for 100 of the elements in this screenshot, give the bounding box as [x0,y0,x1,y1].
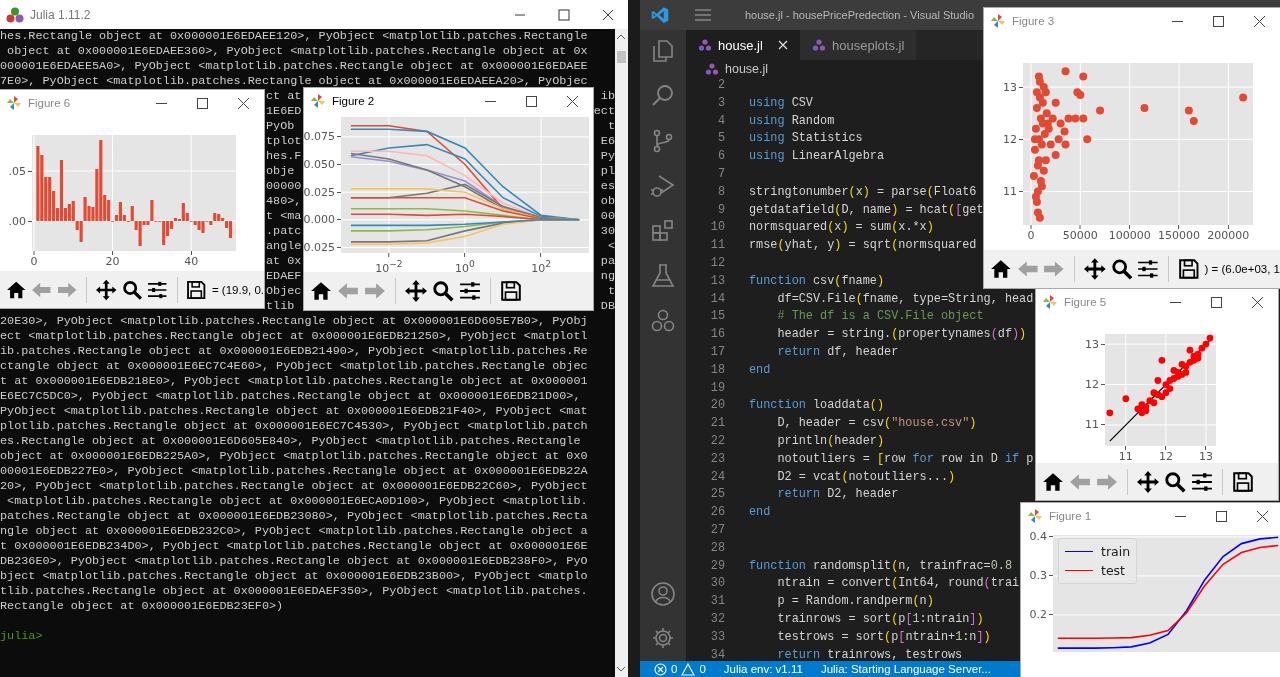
cursor-readout: = (19.9, 0. [211,283,264,296]
window-title: Figure 3 [1012,15,1055,27]
tick-label: 0.075 [304,130,335,144]
code-line: using Random [749,112,835,130]
tick-label: 10$^{2}$ [531,258,551,275]
code-line: function loaddata() [749,397,885,415]
line-number: 32 [709,610,725,628]
line-number: 20 [709,397,725,415]
line-number: 11 [709,237,725,255]
terminal-output: 00000 [266,179,302,194]
line-number: 16 [709,326,725,344]
tick-label: 12 [1158,451,1173,463]
terminal-output: ctangle object at 0x000001E6EC7C4E60>, PyObject <matplotlib.patches.Rectangle objec [0,359,588,374]
terminal-output: 20E30>, PyObject <matplotlib.patches.Rectangle object at 0x000001E6D605E7B0>, PyObj [0,314,588,329]
line-number: 18 [709,361,725,379]
code-line: stringtonumber(x) = parse(Float6 [749,183,977,201]
code-line: return trainrows, testrows [776,646,963,661]
code-line: end [749,361,771,379]
terminal-output: 20>, PyObject <matplotlib.patches.Rectangle object at 0x000001E6EDB22C60>, PyObject [0,479,588,494]
code-line: df=CSV.File(fname, type=String, head [776,290,1034,308]
code-line: return D2, header [776,486,899,504]
tick-label: .05 [8,164,26,178]
terminal-output: ib [600,89,615,104]
code-line: trainrows = sort(p[1:ntrain]) [776,610,984,628]
terminal-output: PyOb [266,119,295,134]
line-number: 28 [709,539,725,557]
terminal-output: es [600,179,615,194]
code-line: rmse(yhat, y) = sqrt(normsquared [749,237,977,255]
tick-label: 12 [1085,378,1099,392]
tick-label: 0.000 [304,213,335,227]
line-number: 17 [709,343,725,361]
terminal-output: hes.F [266,149,302,164]
line-number: 25 [709,486,725,504]
code-line: end [749,504,771,522]
terminal-output: Objec [266,284,302,299]
tick-label: 20 [105,256,120,268]
terminal-output: pa [600,254,615,269]
line-number: 33 [709,628,725,646]
tick-label: 0.4 [1029,530,1047,544]
tick-label: 13 [1085,337,1099,351]
line-number: 9 [716,201,725,219]
line-number: 26 [709,504,725,522]
code-line: D, header = csv("house.csv") [776,415,977,433]
terminal-output: E6 [600,134,615,149]
code-line: function randomsplit(n, trainfrac=0.8 [749,557,1012,575]
terminal-output: t <ma [266,209,302,224]
terminal-output: 00001E6EDB227E0>, PyObject <matplotlib.patches.Rectangle object at 0x000001E6EDB22A [0,464,588,479]
terminal-output: DB [600,299,615,314]
line-number: 15 [709,308,725,326]
code-line: ntrain = convert(Int64, round(trai [776,575,1020,593]
line-number: 21 [709,415,725,433]
terminal-output: tlib.patches.Rectangle object at 0x000001E6EDAEF350>, PyObject <matplotlib.patches. [0,584,588,599]
terminal-output: .patc [266,224,302,239]
tick-label: 100000 [1108,230,1151,242]
terminal-output: t [607,284,615,299]
line-number: 34 [709,646,725,661]
tick-label: 11 [1003,185,1017,199]
line-number: 7 [716,166,725,183]
tick-label: 13 [1003,80,1017,94]
window-title: Figure 1 [1049,510,1092,522]
code-line: getdatafield(D, name) = hcat([get [749,201,984,219]
tick-label: 11 [1118,451,1133,463]
code-line: function csv(fname) [749,272,885,290]
terminal-output: 000001E6EDAEE5A0>, PyObject <matplotlib.patches.Rectangle object at 0x000001E6EDAEE [0,59,588,74]
terminal-output: t 0x000001E6EDB234D0>, PyObject <matplotlib.patches.Rectangle object at 0x000001E6E [0,539,588,554]
line-number: 6 [716,148,725,166]
line-number: 2 [716,77,725,94]
tick-label: 200000 [1207,230,1250,242]
terminal-output: hes.Rectangle object at 0x000001E6EDAEE120>, PyObject <matplotlib.patches.Rectangle [0,29,588,44]
terminal-output: object at 0x000001E6EDAEE360>, PyObject <matplotlib.patches.Rectangle object at 0x [6,44,588,59]
terminal-output: ct at [266,89,302,104]
terminal-output: < [607,239,615,254]
tick-label: 0 [1027,230,1035,242]
line-number: 5 [716,130,725,148]
line-number: 29 [709,557,725,575]
line-number: 30 [709,575,725,593]
tick-label: 13 [1198,451,1213,463]
tick-label: 0.2 [1029,608,1047,622]
line-number: 12 [709,254,725,272]
terminal-output: E6EC7C5DC0>, PyObject <matplotlib.patches.Rectangle object at 0x000001E6EDB21D00>, [0,389,581,404]
terminal-output: ng [600,269,615,284]
terminal-output: 1E6ED [266,104,302,119]
terminal-output: PyObject <matplotlib.patches.Rectangle object at 0x000001E6EDB21F40>, PyObject <mat [0,404,588,419]
code-line: notoutliers = [row for row in D if p [776,450,1034,468]
tick-label: 10$^{−2}$ [375,258,403,275]
legend-label: train [1101,543,1131,561]
terminal-output: DB236E0>, PyObject <matplotlib.patches.Rectangle object at 0x000001E6EDB238F0>, PyO [0,554,588,569]
window-title: Figure 2 [332,95,375,107]
tick-label: 0.025 [304,240,335,254]
terminal-output: ib.patches.Rectangle object at 0x000001E6EDB21490>, PyObject <matplotlib.patches.Re [0,344,588,359]
line-number: 24 [709,468,725,486]
tick-label: .00 [8,214,26,228]
tick-label: 40 [184,256,199,268]
tick-label: 12 [1003,132,1017,146]
terminal-output: tplot [266,134,302,149]
window-title: house.jl - housePricePredection - Visual Studio [745,9,975,21]
code-line: normsquared(x) = sum(x.*x) [749,219,934,237]
terminal-output: plotlib.patches.Rectangle object at 0x000001E6EC7C4530>, PyObject <matplotlib.patch [0,419,588,434]
line-number: 10 [709,219,725,237]
code-line: # The df is a CSV.File object [776,308,984,326]
